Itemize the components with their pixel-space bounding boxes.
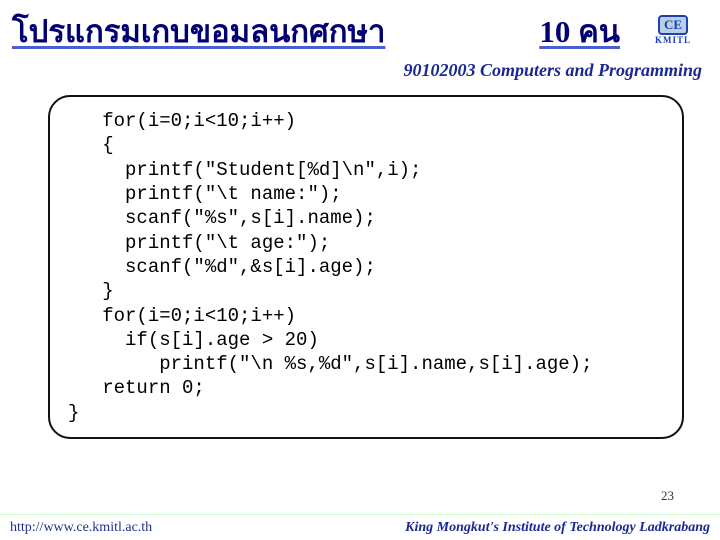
course-subheader: 90102003 Computers and Programming (0, 56, 720, 81)
code-listing: for(i=0;i<10;i++) { printf("Student[%d]\… (68, 109, 664, 425)
footer-org: King Mongkut's Institute of Technology L… (405, 520, 710, 536)
logo-text-ce: CE (658, 15, 688, 35)
institute-logo: CE KMITL (638, 8, 708, 52)
logo-text-kmitl: KMITL (655, 35, 691, 45)
title-right: 10 คน (539, 6, 620, 56)
footer-url: http://www.ce.kmitl.ac.th (10, 520, 152, 536)
slide-header: โปรแกรมเกบขอมลนกศกษา 10 คน (0, 0, 720, 56)
slide-footer: http://www.ce.kmitl.ac.th King Mongkut's… (0, 514, 720, 540)
page-number: 23 (661, 488, 674, 504)
code-box: for(i=0;i<10;i++) { printf("Student[%d]\… (48, 95, 684, 439)
title-left: โปรแกรมเกบขอมลนกศกษา (12, 6, 539, 56)
